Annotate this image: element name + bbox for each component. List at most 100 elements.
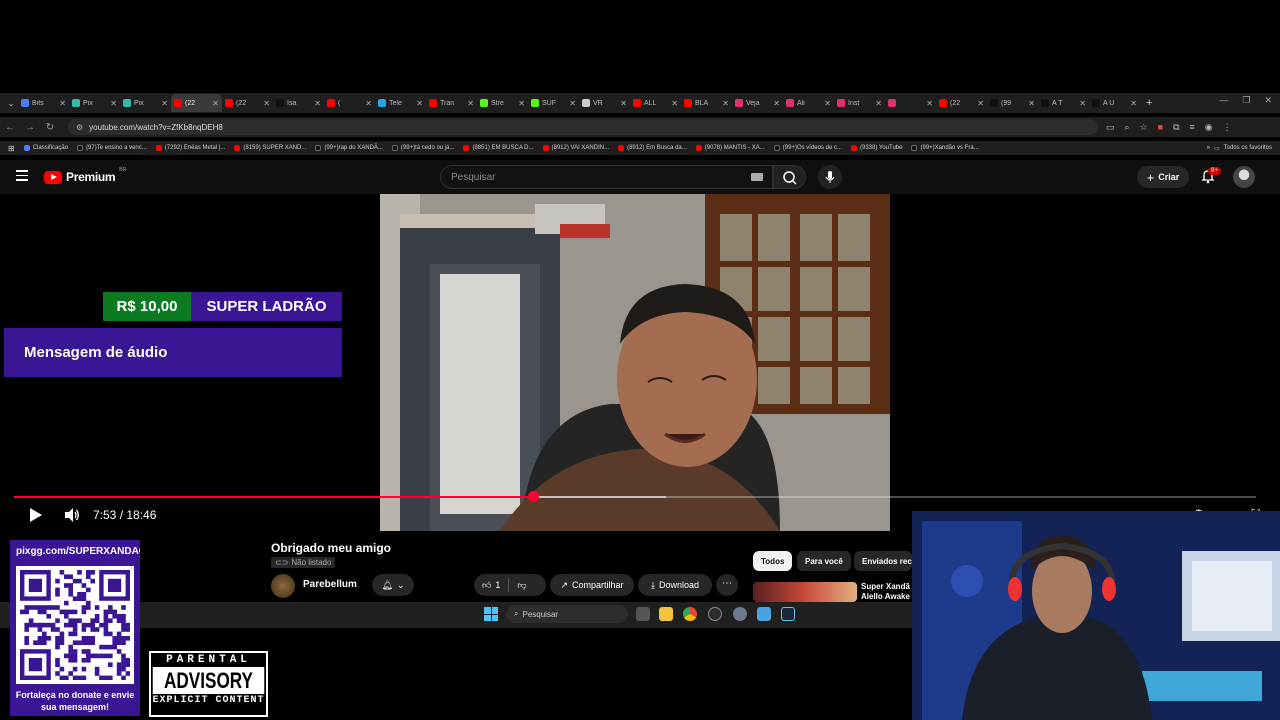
chip-recently-uploaded[interactable]: Enviados rec — [854, 551, 912, 571]
bookmark-item[interactable]: Classificação — [23, 145, 68, 151]
browser-menu-icon[interactable]: ⋮ — [1223, 122, 1232, 133]
maximize-icon[interactable]: ❐ — [1242, 95, 1250, 106]
browser-tab[interactable]: Inst ✕ — [834, 94, 885, 112]
tab-close-icon[interactable]: ✕ — [773, 99, 780, 108]
tab-close-icon[interactable]: ✕ — [59, 99, 66, 108]
recommended-thumbnail[interactable] — [753, 582, 857, 602]
bookmark-item[interactable]: (8912) VAI XANDIN... — [542, 145, 609, 151]
browser-tab[interactable]: Pix ✕ — [69, 94, 120, 112]
minimize-icon[interactable]: — — [1219, 95, 1228, 106]
apps-icon[interactable]: ⊞ — [8, 144, 15, 153]
close-window-icon[interactable]: ✕ — [1264, 95, 1272, 106]
steam-icon[interactable] — [781, 607, 795, 621]
tab-close-icon[interactable]: ✕ — [671, 99, 678, 108]
browser-tab[interactable]: (22 ✕ — [222, 94, 273, 112]
browser-tab[interactable]: Pix ✕ — [120, 94, 171, 112]
browser-tab[interactable]: (99 ✕ — [987, 94, 1038, 112]
tab-close-icon[interactable]: ✕ — [518, 99, 525, 108]
app-icon-1[interactable] — [708, 607, 722, 621]
reload-icon[interactable]: ↻ — [40, 122, 60, 133]
tab-close-icon[interactable]: ✕ — [977, 99, 984, 108]
chip-for-you[interactable]: Para você — [797, 551, 851, 571]
url-field[interactable]: ⚙ youtube.com/watch?v=ZfKb8nqDEH8 — [68, 119, 1098, 135]
back-icon[interactable]: ← — [0, 122, 20, 133]
tab-close-icon[interactable]: ✕ — [110, 99, 117, 108]
photos-app-icon[interactable] — [757, 607, 771, 621]
extensions-icon[interactable]: ⧉ — [1173, 122, 1179, 133]
bookmark-item[interactable]: (9338) YouTube — [851, 145, 902, 151]
browser-tab[interactable]: Veja ✕ — [732, 94, 783, 112]
tab-close-icon[interactable]: ✕ — [1079, 99, 1086, 108]
chrome-icon[interactable] — [683, 607, 697, 621]
tab-close-icon[interactable]: ✕ — [416, 99, 423, 108]
tab-close-icon[interactable]: ✕ — [365, 99, 372, 108]
tab-close-icon[interactable]: ✕ — [1130, 99, 1137, 108]
voice-search-button[interactable] — [818, 165, 842, 189]
like-icon[interactable]: 👍︎ — [482, 580, 491, 591]
volume-icon[interactable] — [64, 507, 80, 523]
bookmark-item[interactable]: (9078) MANTIS - XA... — [695, 145, 765, 151]
browser-tab[interactable]: BLA ✕ — [681, 94, 732, 112]
tab-close-icon[interactable]: ✕ — [1028, 99, 1035, 108]
tab-close-icon[interactable]: ✕ — [467, 99, 474, 108]
file-explorer-icon[interactable] — [659, 607, 673, 621]
reading-list-icon[interactable]: ≡ — [1190, 122, 1195, 133]
tab-close-icon[interactable]: ✕ — [212, 99, 219, 108]
create-button[interactable]: + Criar — [1137, 166, 1189, 188]
scrubber-handle[interactable] — [528, 491, 539, 502]
bookmark-item[interactable]: (8912) Em Busca da... — [618, 145, 687, 151]
browser-tab[interactable]: ✕ — [885, 94, 936, 112]
bookmark-item[interactable]: (99+)rap do XANDÃ... — [315, 145, 383, 151]
browser-tab[interactable]: Tele ✕ — [375, 94, 426, 112]
browser-tab[interactable]: (22 ✕ — [171, 94, 222, 112]
bookmark-item[interactable]: (8851) EM BUSCA D... — [463, 145, 534, 151]
tab-close-icon[interactable]: ✕ — [722, 99, 729, 108]
youtube-logo[interactable]: Premium BR — [44, 167, 126, 184]
task-view-icon[interactable] — [636, 607, 650, 621]
tab-close-icon[interactable]: ✕ — [314, 99, 321, 108]
bookmark-item[interactable]: (7292) Enéas Metal |... — [155, 145, 225, 151]
browser-tab[interactable]: Ali ✕ — [783, 94, 834, 112]
tab-close-icon[interactable]: ✕ — [620, 99, 627, 108]
dislike-icon[interactable]: 👎︎ — [517, 580, 526, 591]
bookmark-item[interactable]: (97)Te ensino a venc... — [77, 145, 147, 151]
tab-close-icon[interactable]: ✕ — [824, 99, 831, 108]
forward-icon[interactable]: → — [20, 122, 40, 133]
more-bookmarks-icon[interactable]: » — [1207, 145, 1210, 152]
tab-close-icon[interactable]: ✕ — [263, 99, 270, 108]
video-frame[interactable] — [380, 194, 890, 531]
taskbar-search[interactable]: ⌕ Pesquisar — [506, 605, 628, 623]
extension-red-icon[interactable]: ■ — [1158, 122, 1163, 133]
browser-tab[interactable]: (22 ✕ — [936, 94, 987, 112]
browser-tab[interactable]: A T ✕ — [1038, 94, 1089, 112]
account-avatar[interactable] — [1233, 166, 1255, 188]
channel-avatar[interactable] — [271, 574, 295, 598]
settings-app-icon[interactable] — [733, 607, 747, 621]
profile-icon[interactable]: ◉ — [1205, 122, 1213, 133]
tab-search-icon[interactable]: ⌄ — [4, 99, 18, 108]
more-actions-icon[interactable]: ⋯ — [716, 574, 738, 596]
recommended-title[interactable]: Super Xandã Alello Awake — [861, 582, 913, 602]
tab-close-icon[interactable]: ✕ — [569, 99, 576, 108]
search-button[interactable] — [773, 165, 806, 189]
keyboard-icon[interactable] — [751, 173, 763, 181]
browser-tab[interactable]: VR ✕ — [579, 94, 630, 112]
browser-tab[interactable]: Bits ✕ — [18, 94, 69, 112]
bookmark-item[interactable]: (99+)tá cedo ou já... — [391, 145, 454, 151]
browser-tab[interactable]: SUF ✕ — [528, 94, 579, 112]
search-input[interactable]: Pesquisar — [440, 165, 773, 189]
bookmark-item[interactable]: (8159) SUPER XAND... — [234, 145, 306, 151]
menu-icon[interactable] — [16, 170, 28, 182]
download-button[interactable]: ⤓ Download — [638, 574, 712, 596]
share-button[interactable]: ↗ Compartilhar — [550, 574, 634, 596]
tab-close-icon[interactable]: ✕ — [875, 99, 882, 108]
zoom-icon[interactable]: ⌕ — [1125, 122, 1130, 133]
browser-tab[interactable]: (✕ — [324, 94, 375, 112]
play-icon[interactable] — [30, 508, 42, 522]
chip-all[interactable]: Todos — [753, 551, 793, 571]
all-favorites[interactable]: » ▭ Todos os favoritos — [1207, 145, 1272, 152]
bookmark-item[interactable]: (99+)Xandão vs Fra... — [911, 145, 979, 151]
tab-close-icon[interactable]: ✕ — [926, 99, 933, 108]
tab-close-icon[interactable]: ✕ — [161, 99, 168, 108]
windows-start-icon[interactable] — [484, 607, 498, 621]
